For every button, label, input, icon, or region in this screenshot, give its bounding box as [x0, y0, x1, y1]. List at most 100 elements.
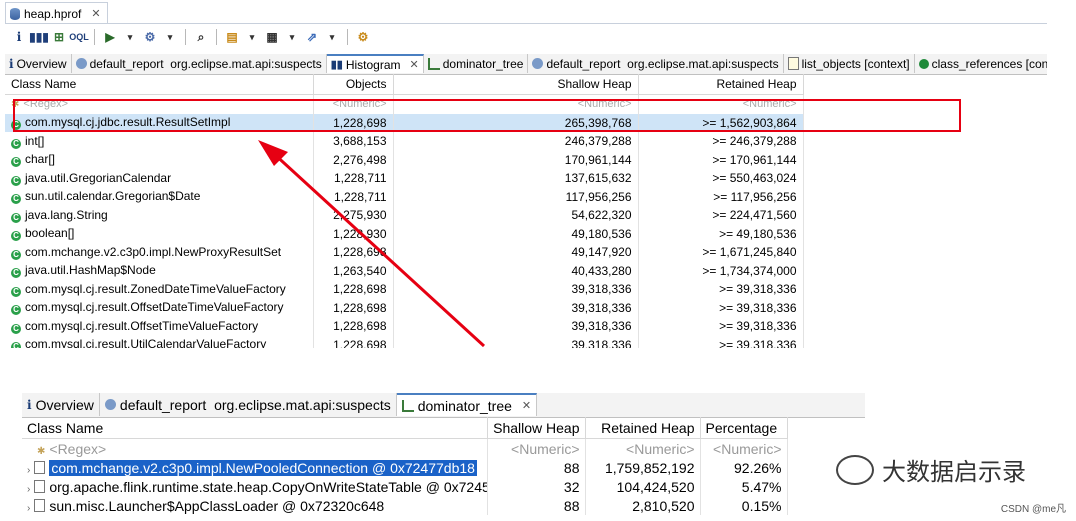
- class-name: java.lang.String: [25, 207, 108, 222]
- close-icon[interactable]: ✕: [91, 7, 100, 20]
- class-icon: [918, 58, 929, 69]
- group-by-icon[interactable]: ▤: [224, 29, 240, 45]
- numeric-filter[interactable]: <Numeric>: [487, 438, 586, 458]
- tab-dominator-tree[interactable]: dominator_tree ✕: [396, 393, 538, 416]
- tab-overview[interactable]: i Overview: [5, 54, 72, 73]
- dropdown-icon[interactable]: ▾: [284, 29, 300, 45]
- class-icon: C: [11, 138, 21, 149]
- close-icon[interactable]: ✕: [522, 399, 531, 412]
- dropdown-icon[interactable]: ▾: [324, 29, 340, 45]
- table-row[interactable]: Ccom.mysql.cj.result.OffsetTimeValueFact…: [5, 317, 804, 336]
- table-row[interactable]: Csun.util.calendar.Gregorian$Date 1,228,7…: [5, 187, 804, 206]
- run-report-icon[interactable]: ▶: [102, 29, 118, 45]
- query-browser-icon[interactable]: ⚙: [142, 29, 158, 45]
- shallow-heap-cell: 170,961,144: [393, 150, 639, 169]
- report-icon: [75, 58, 87, 69]
- class-icon: C: [11, 157, 21, 168]
- expand-icon[interactable]: ›: [27, 484, 30, 495]
- dropdown-icon[interactable]: ▾: [122, 29, 138, 45]
- objects-cell: 1,228,698: [313, 317, 394, 336]
- tab-dominator-tree[interactable]: dominator_tree: [424, 54, 529, 73]
- settings-icon[interactable]: ⚙: [355, 29, 371, 45]
- numeric-filter[interactable]: <Numeric>: [700, 438, 788, 458]
- column-header-class-name[interactable]: Class Name: [5, 74, 314, 95]
- retained-heap-cell: >= 39,318,336: [638, 335, 804, 348]
- histogram-icon: ▮▮: [330, 59, 343, 71]
- watermark-text: 大数据启示录: [882, 458, 1026, 486]
- tree-icon[interactable]: ⊞: [51, 29, 67, 45]
- column-header-percentage[interactable]: Percentage: [700, 417, 788, 439]
- highlight-box: [13, 99, 961, 132]
- column-header-retained-heap[interactable]: Retained Heap: [585, 417, 701, 439]
- tab-default-report[interactable]: default_report org.eclipse.mat.api:suspe…: [100, 393, 397, 416]
- shallow-heap-cell: 117,956,256: [393, 187, 639, 206]
- retained-heap-cell: 104,424,520: [585, 477, 701, 496]
- search-icon[interactable]: ⌕: [193, 29, 209, 45]
- info-icon[interactable]: i: [11, 29, 27, 45]
- editor-tab-heap[interactable]: heap.hprof ✕: [5, 2, 108, 24]
- oql-icon[interactable]: OQL: [69, 29, 89, 45]
- class-name: java.util.GregorianCalendar: [25, 170, 172, 185]
- tab-list-objects[interactable]: list_objects [context]: [784, 54, 915, 73]
- table-row[interactable]: Ccom.mysql.cj.result.ZonedDateTimeValueF…: [5, 280, 804, 299]
- regex-icon: ✱: [37, 445, 46, 457]
- objects-cell: 1,228,711: [313, 187, 394, 206]
- table-row[interactable]: › sun.misc.Launcher$AppClassLoader @ 0x72…: [22, 496, 788, 515]
- doc-icon: [787, 57, 799, 70]
- objects-cell: 1,228,698: [313, 243, 394, 262]
- percentage-cell: 5.47%: [700, 477, 788, 496]
- shallow-heap-cell: 32: [487, 477, 586, 496]
- histogram-icon[interactable]: ▮▮▮: [29, 29, 49, 45]
- class-name: com.mysql.cj.result.ZonedDateTimeValueFa…: [25, 281, 286, 296]
- table-row[interactable]: Ccom.mysql.cj.result.UtilCalendarValueFa…: [5, 335, 804, 348]
- retained-heap-cell: >= 39,318,336: [638, 298, 804, 317]
- column-header-retained-heap[interactable]: Retained Heap: [638, 74, 804, 95]
- dropdown-icon[interactable]: ▾: [162, 29, 178, 45]
- tab-default-report-2[interactable]: default_report org.eclipse.mat.api:suspe…: [528, 54, 784, 73]
- class-icon: C: [11, 268, 21, 279]
- shallow-heap-cell: 39,318,336: [393, 317, 639, 336]
- table-row[interactable]: Cchar[] 2,276,498 170,961,144 >= 170,961,14…: [5, 150, 804, 169]
- calculator-icon[interactable]: ▦: [264, 29, 280, 45]
- table-row[interactable]: Ccom.mchange.v2.c3p0.impl.NewProxyResult…: [5, 243, 804, 262]
- class-name: boolean[]: [25, 226, 75, 241]
- table-row[interactable]: Ccom.mysql.cj.result.OffsetDateTimeValue…: [5, 298, 804, 317]
- column-header-shallow-heap[interactable]: Shallow Heap: [393, 74, 639, 95]
- editor-tab-bar: heap.hprof ✕: [5, 2, 1047, 24]
- tab-default-report[interactable]: default_report org.eclipse.mat.api:suspe…: [72, 54, 327, 73]
- wechat-icon: [836, 454, 874, 485]
- report-icon: [104, 399, 116, 410]
- class-icon: C: [11, 212, 21, 223]
- numeric-filter[interactable]: <Numeric>: [585, 438, 701, 458]
- close-icon[interactable]: ✕: [410, 58, 419, 71]
- tab-histogram[interactable]: ▮▮ Histogram ✕: [326, 54, 424, 73]
- class-name: sun.util.calendar.Gregorian$Date: [25, 189, 201, 204]
- table-row[interactable]: Cjava.util.HashMap$Node 1,263,540 40,433,2…: [5, 261, 804, 280]
- tab-class-references[interactable]: class_references [conte: [915, 54, 1047, 73]
- class-name: com.mysql.cj.result.OffsetDateTimeValueF…: [25, 300, 284, 315]
- filter-row[interactable]: ✱ <Regex> <Numeric> <Numeric> <Numeric>: [22, 438, 788, 458]
- export-icon[interactable]: ⇗: [304, 29, 320, 45]
- table-row[interactable]: › org.apache.flink.runtime.state.heap.Cop…: [22, 477, 788, 496]
- class-name: java.util.HashMap$Node: [25, 263, 156, 278]
- table-row[interactable]: Cjava.util.GregorianCalendar 1,228,711 137…: [5, 169, 804, 188]
- class-name: char[]: [25, 152, 56, 167]
- column-header-objects[interactable]: Objects: [313, 74, 394, 95]
- table-row[interactable]: Cint[] 3,688,153 246,379,288 >= 246,379,288: [5, 132, 804, 151]
- column-header-class-name[interactable]: Class Name: [22, 417, 488, 439]
- expand-icon[interactable]: ›: [27, 503, 30, 514]
- objects-cell: 1,263,540: [313, 261, 394, 280]
- table-row[interactable]: › com.mchange.v2.c3p0.impl.NewPooledConne…: [22, 458, 788, 477]
- table-header: Class Name Objects Shallow Heap Retained…: [5, 74, 804, 95]
- table-row[interactable]: Cboolean[] 1,228,930 49,180,536 >= 49,180,5…: [5, 224, 804, 243]
- expand-icon[interactable]: ›: [27, 465, 30, 476]
- retained-heap-cell: >= 224,471,560: [638, 206, 804, 225]
- tab-overview[interactable]: i Overview: [22, 393, 100, 416]
- regex-filter: <Regex>: [49, 440, 107, 457]
- objects-cell: 1,228,698: [313, 280, 394, 299]
- column-header-shallow-heap[interactable]: Shallow Heap: [487, 417, 586, 439]
- report-icon: [532, 58, 544, 69]
- object-icon: [34, 460, 46, 474]
- dropdown-icon[interactable]: ▾: [244, 29, 260, 45]
- table-row[interactable]: Cjava.lang.String 2,275,930 54,622,320 >= 2…: [5, 206, 804, 225]
